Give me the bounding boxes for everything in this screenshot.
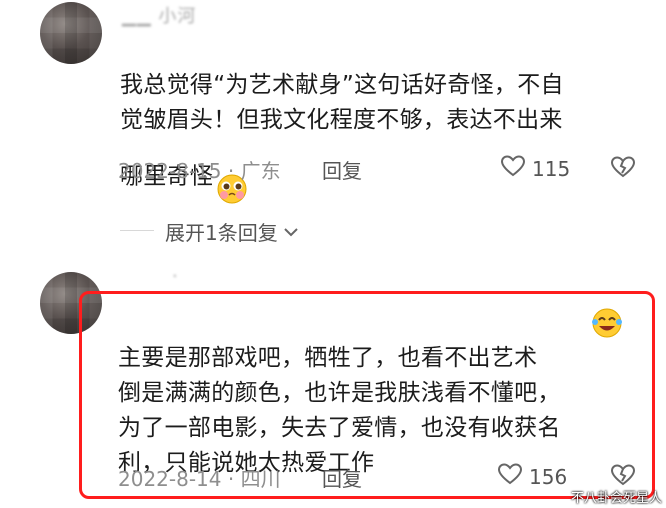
username[interactable]: · [172, 266, 179, 287]
expand-replies-button[interactable]: 展开1条回复 [165, 217, 300, 246]
heart-icon [500, 154, 526, 183]
separator: · [227, 159, 235, 183]
avatar[interactable] [40, 2, 102, 64]
username[interactable]: ▁▁ 小河 [122, 2, 196, 28]
highlight-box [79, 291, 655, 499]
comment-date: 2022-8-15 [118, 159, 222, 183]
reply-button[interactable]: 回复 [322, 155, 362, 184]
comment-text: 我总觉得“为艺术献身”这句话好奇怪，不自 觉皱眉头！但我文化程度不够，表达不出来… [120, 33, 640, 216]
broken-heart-icon[interactable] [610, 155, 636, 183]
comment-location: 广东 [240, 159, 281, 183]
watermark: 不八卦会死星人 [570, 491, 662, 506]
expand-divider [120, 230, 154, 231]
comment-meta: 2022-8-15 · 广东 [118, 155, 281, 184]
like-count: 115 [532, 156, 571, 181]
like-button[interactable]: 115 [500, 154, 570, 183]
chevron-down-icon [282, 220, 300, 244]
expand-replies-label: 展开1条回复 [165, 221, 278, 245]
